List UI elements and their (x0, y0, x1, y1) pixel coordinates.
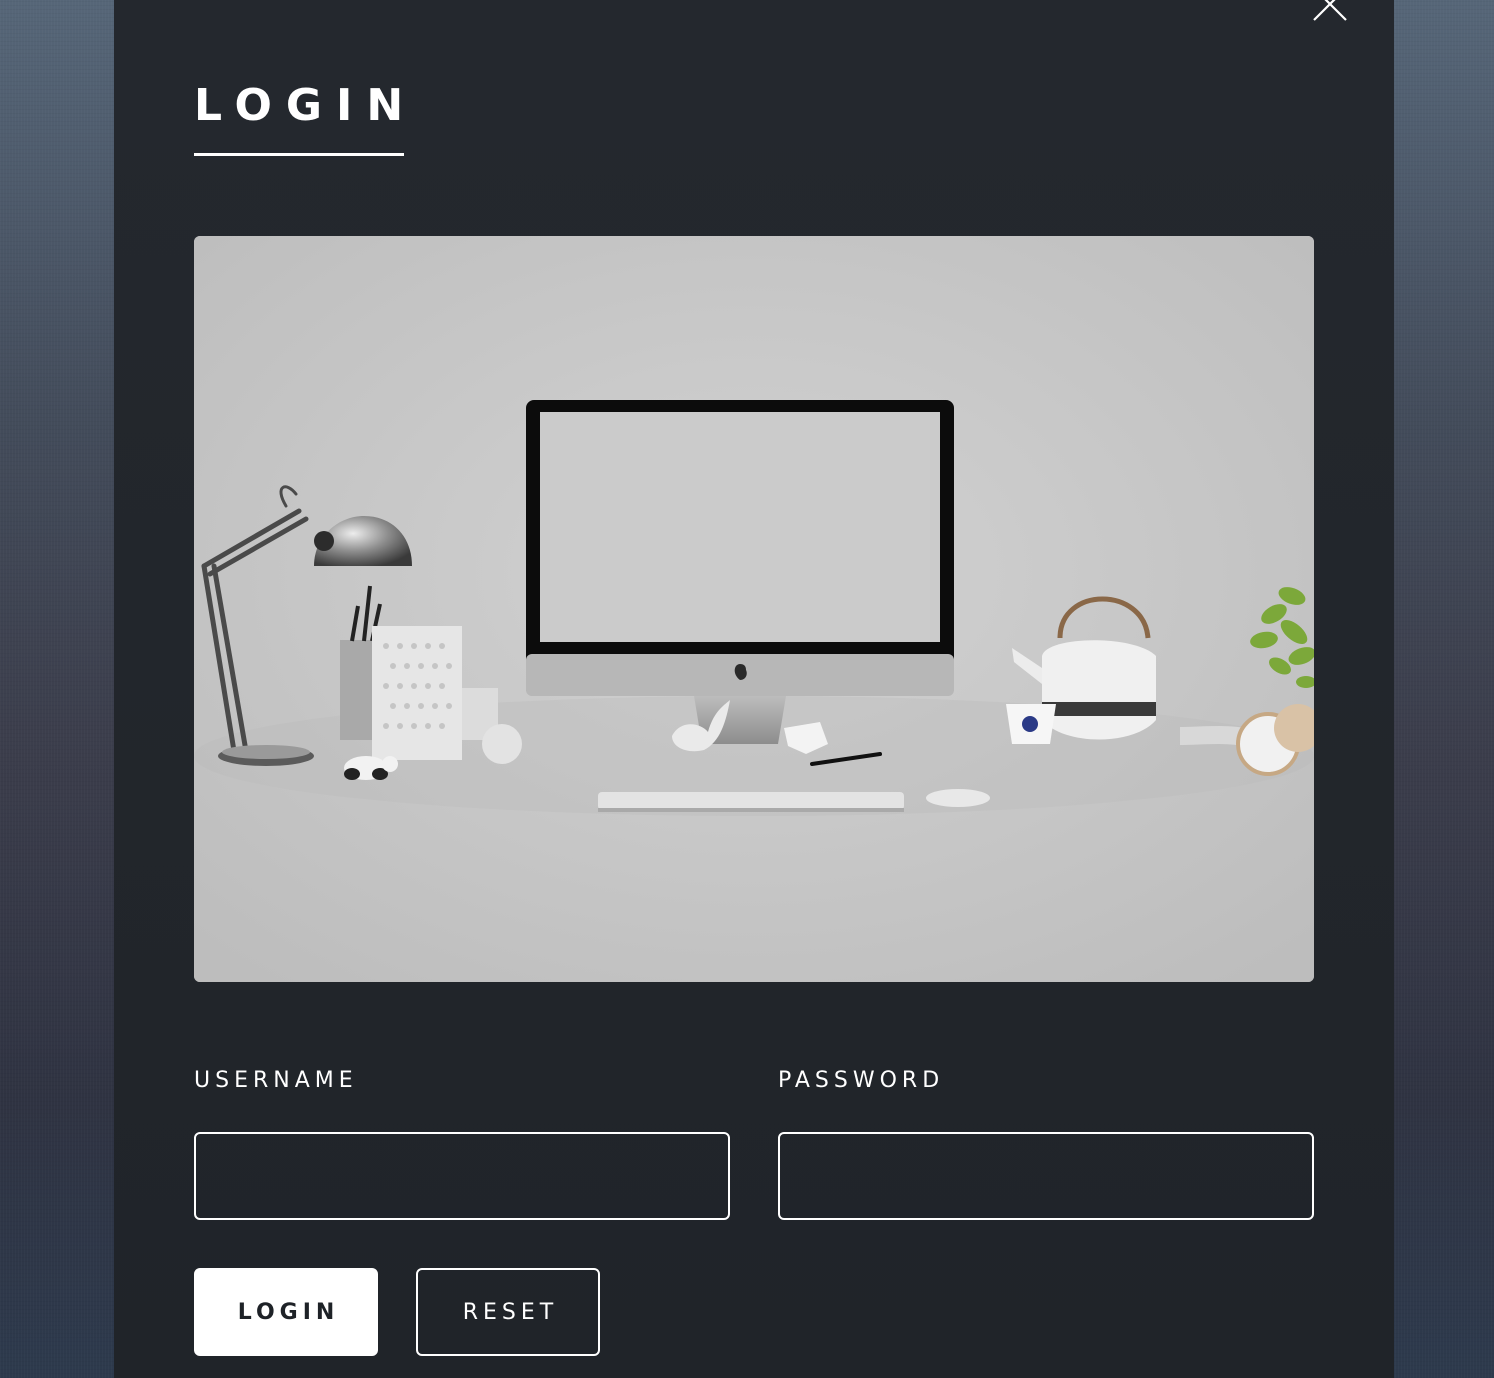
password-label: PASSWORD (778, 1068, 945, 1093)
password-input[interactable] (778, 1132, 1314, 1220)
title-underline (194, 153, 404, 156)
modal-title: LOGIN (194, 80, 418, 131)
login-button[interactable]: LOGIN (194, 1268, 378, 1356)
reset-button[interactable]: RESET (416, 1268, 600, 1356)
username-label: USERNAME (194, 1068, 358, 1093)
desk-workspace-image (194, 236, 1314, 982)
close-icon[interactable] (1308, 0, 1352, 26)
username-input[interactable] (194, 1132, 730, 1220)
